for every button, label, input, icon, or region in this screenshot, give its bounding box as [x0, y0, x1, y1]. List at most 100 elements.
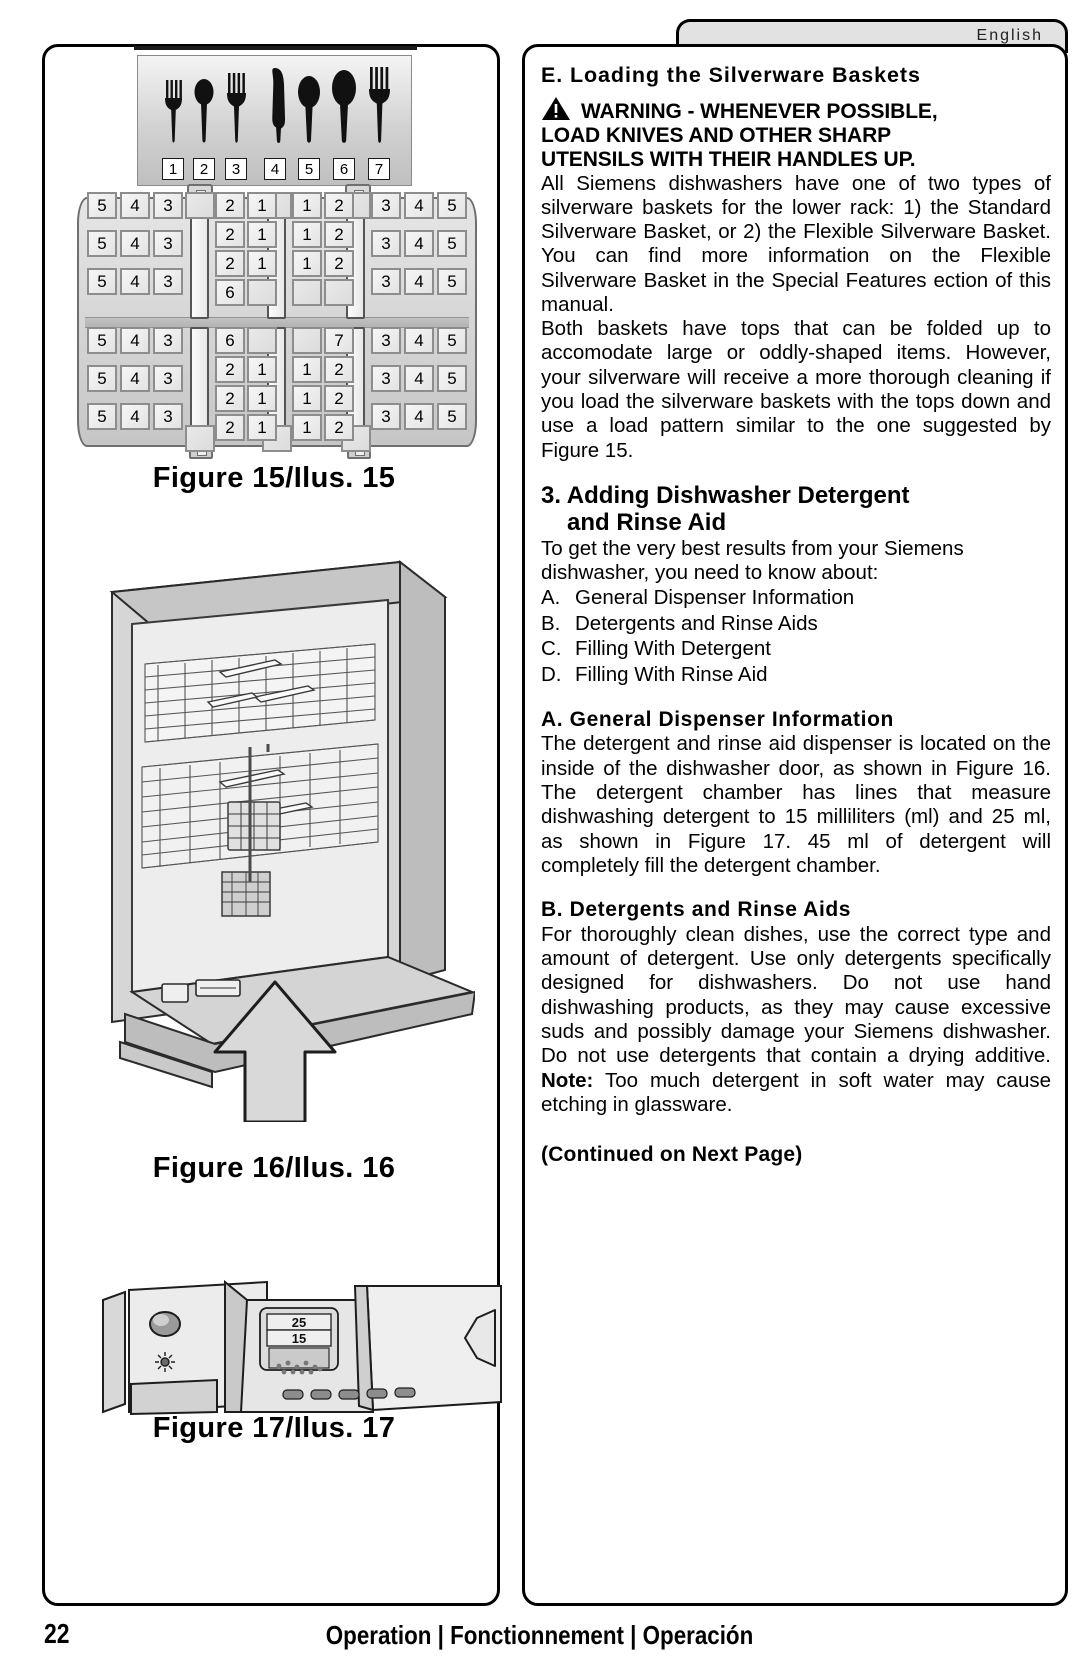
- paragraph-basket-tops: Both baskets have tops that can be folde…: [541, 317, 1051, 462]
- cell-tl-0-0: 5: [87, 192, 117, 219]
- cell-til-2-1: 1: [247, 250, 277, 277]
- manual-page: English 1 2 3 4 5 6 7 5 4 3 5 4 3 5 4 3 …: [0, 0, 1080, 1669]
- cell-bir-3-1: 2: [324, 414, 354, 441]
- cell-bil-1-0: 2: [215, 356, 245, 383]
- cell-til-1-0: 2: [215, 221, 245, 248]
- figure15-utensil-key: 1 2 3 4 5 6 7: [134, 46, 417, 186]
- cell-bil-3-1: 1: [247, 414, 277, 441]
- cell-br-0-2: 5: [437, 327, 467, 354]
- key-top-rule: [134, 46, 417, 50]
- cell-bil-1-1: 1: [247, 356, 277, 383]
- cell-tl-0-2: 3: [153, 192, 183, 219]
- subsection-b-text-1: For thoroughly clean dishes, use the cor…: [541, 922, 1051, 1068]
- list-item: C. Filling With Detergent: [541, 636, 1051, 662]
- subsection-b-heading: B. Detergents and Rinse Aids: [541, 898, 852, 922]
- section-3-title-line1: 3. Adding Dishwasher Detergent: [541, 481, 910, 509]
- basket-divider-1-top: [190, 217, 209, 319]
- cell-tl-1-2: 3: [153, 230, 183, 257]
- cell-tr-1-2: 5: [437, 230, 467, 257]
- cell-tr-0-0: 3: [371, 192, 401, 219]
- continued-notice: (Continued on Next Page): [541, 1143, 803, 1167]
- cell-bil-3-0: 2: [215, 414, 245, 441]
- cell-tir-3-0: [292, 279, 322, 306]
- cell-tir-1-1: 2: [324, 221, 354, 248]
- cell-til-1-1: 1: [247, 221, 277, 248]
- cell-til-3-0: 6: [215, 279, 245, 306]
- figure15-silverware-basket: 5 4 3 5 4 3 5 4 3 2 1 2 1 2 1 6 1 2 1 2 …: [77, 184, 477, 459]
- section-e-heading: E. Loading the Silverware Baskets: [541, 63, 921, 87]
- cell-tl-1-1: 4: [120, 230, 150, 257]
- utensil-number-1: 1: [162, 158, 184, 180]
- footer-section-titles: Operation | Fonctionnement | Operación: [0, 1620, 1080, 1651]
- list-label-b: Detergents and Rinse Aids: [575, 611, 818, 635]
- cell-bir-2-0: 1: [292, 385, 322, 412]
- section-3-list: A. General Dispenser Information B. Dete…: [541, 585, 1051, 688]
- right-text-panel: E. Loading the Silverware Baskets WARNIN…: [522, 44, 1068, 1606]
- cell-br-1-2: 5: [437, 365, 467, 392]
- cell-tr-1-0: 3: [371, 230, 401, 257]
- list-label-c: Filling With Detergent: [575, 637, 771, 661]
- cell-tr-2-0: 3: [371, 268, 401, 295]
- cell-tir-0-0: 1: [292, 192, 322, 219]
- note-label: Note:: [541, 1068, 594, 1092]
- cell-tr-0-2: 5: [437, 192, 467, 219]
- cell-br-0-0: 3: [371, 327, 401, 354]
- section-3-heading: 3. Adding Dishwasher Detergent and Rinse…: [541, 481, 1051, 537]
- warning-line-3: UTENSILS WITH THEIR HANDLES UP.: [541, 147, 916, 171]
- dispenser-mark-15: 15: [292, 1331, 306, 1346]
- cell-tir-0-1: 2: [324, 192, 354, 219]
- warning-line-1: WARNING - WHENEVER POSSIBLE,: [581, 100, 938, 124]
- cell-bl-2-2: 3: [153, 403, 183, 430]
- cell-tir-2-1: 2: [324, 250, 354, 277]
- cell-br-1-1: 4: [404, 365, 434, 392]
- cell-tr-1-1: 4: [404, 230, 434, 257]
- cell-bil-2-1: 1: [247, 385, 277, 412]
- cell-bir-1-0: 1: [292, 356, 322, 383]
- cell-til-0-1: 1: [247, 192, 277, 219]
- cell-br-2-2: 5: [437, 403, 467, 430]
- dispenser-mark-25: 25: [292, 1315, 306, 1330]
- list-key-c: C.: [541, 637, 562, 661]
- list-label-d: Filling With Rinse Aid: [575, 663, 768, 687]
- cell-tr-2-1: 4: [404, 268, 434, 295]
- language-tab-label: English: [976, 27, 1043, 44]
- section-3-title-line2: and Rinse Aid: [567, 508, 727, 536]
- cell-br-2-0: 3: [371, 403, 401, 430]
- figure17-caption: Figure 17/Ilus. 17: [152, 1412, 396, 1444]
- paragraph-basket-types: All Siemens dishwashers have one of two …: [541, 171, 1051, 316]
- dishwasher-drawing: [109, 559, 475, 1122]
- list-item: B. Detergents and Rinse Aids: [541, 611, 1051, 637]
- figure16-caption: Figure 16/Ilus. 16: [152, 1152, 396, 1184]
- cell-tl-2-1: 4: [120, 268, 150, 295]
- basket-cap-4: [185, 425, 215, 452]
- basket-cap-1: [185, 192, 215, 219]
- cell-bil-2-0: 2: [215, 385, 245, 412]
- list-item: A. General Dispenser Information: [541, 585, 1051, 611]
- cell-bl-0-1: 4: [120, 327, 150, 354]
- cell-br-2-1: 4: [404, 403, 434, 430]
- cell-bir-0-0: [292, 327, 322, 354]
- list-item: D. Filling With Rinse Aid: [541, 662, 1051, 688]
- cell-bir-2-1: 2: [324, 385, 354, 412]
- cell-bil-0-1: [247, 327, 277, 354]
- basket-divider-1-bottom: [190, 327, 209, 429]
- left-figure-panel: 1 2 3 4 5 6 7 5 4 3 5 4 3 5 4 3 2 1 2 1 …: [42, 44, 502, 1606]
- footer-titles-text: Operation | Fonctionnement | Operación: [326, 1620, 754, 1650]
- utensil-number-7: 7: [368, 158, 390, 180]
- cell-bir-0-1: 7: [324, 327, 354, 354]
- cell-tl-2-0: 5: [87, 268, 117, 295]
- utensil-number-4: 4: [264, 158, 286, 180]
- list-key-b: B.: [541, 611, 561, 635]
- list-label-a: General Dispenser Information: [575, 586, 855, 610]
- cell-tr-0-1: 4: [404, 192, 434, 219]
- page-footer: 22 Operation | Fonctionnement | Operació…: [0, 1612, 1080, 1662]
- cell-tl-1-0: 5: [87, 230, 117, 257]
- cell-bir-1-1: 2: [324, 356, 354, 383]
- subsection-b-text-2: Too much detergent in soft water may cau…: [541, 1068, 1051, 1116]
- cell-tl-2-2: 3: [153, 268, 183, 295]
- figure15-caption: Figure 15/Ilus. 15: [152, 462, 396, 494]
- figure17-dispenser-illustration: 25 15: [97, 1262, 507, 1417]
- list-key-a: A.: [541, 586, 561, 610]
- cell-bl-1-2: 3: [153, 365, 183, 392]
- cell-til-2-0: 2: [215, 250, 245, 277]
